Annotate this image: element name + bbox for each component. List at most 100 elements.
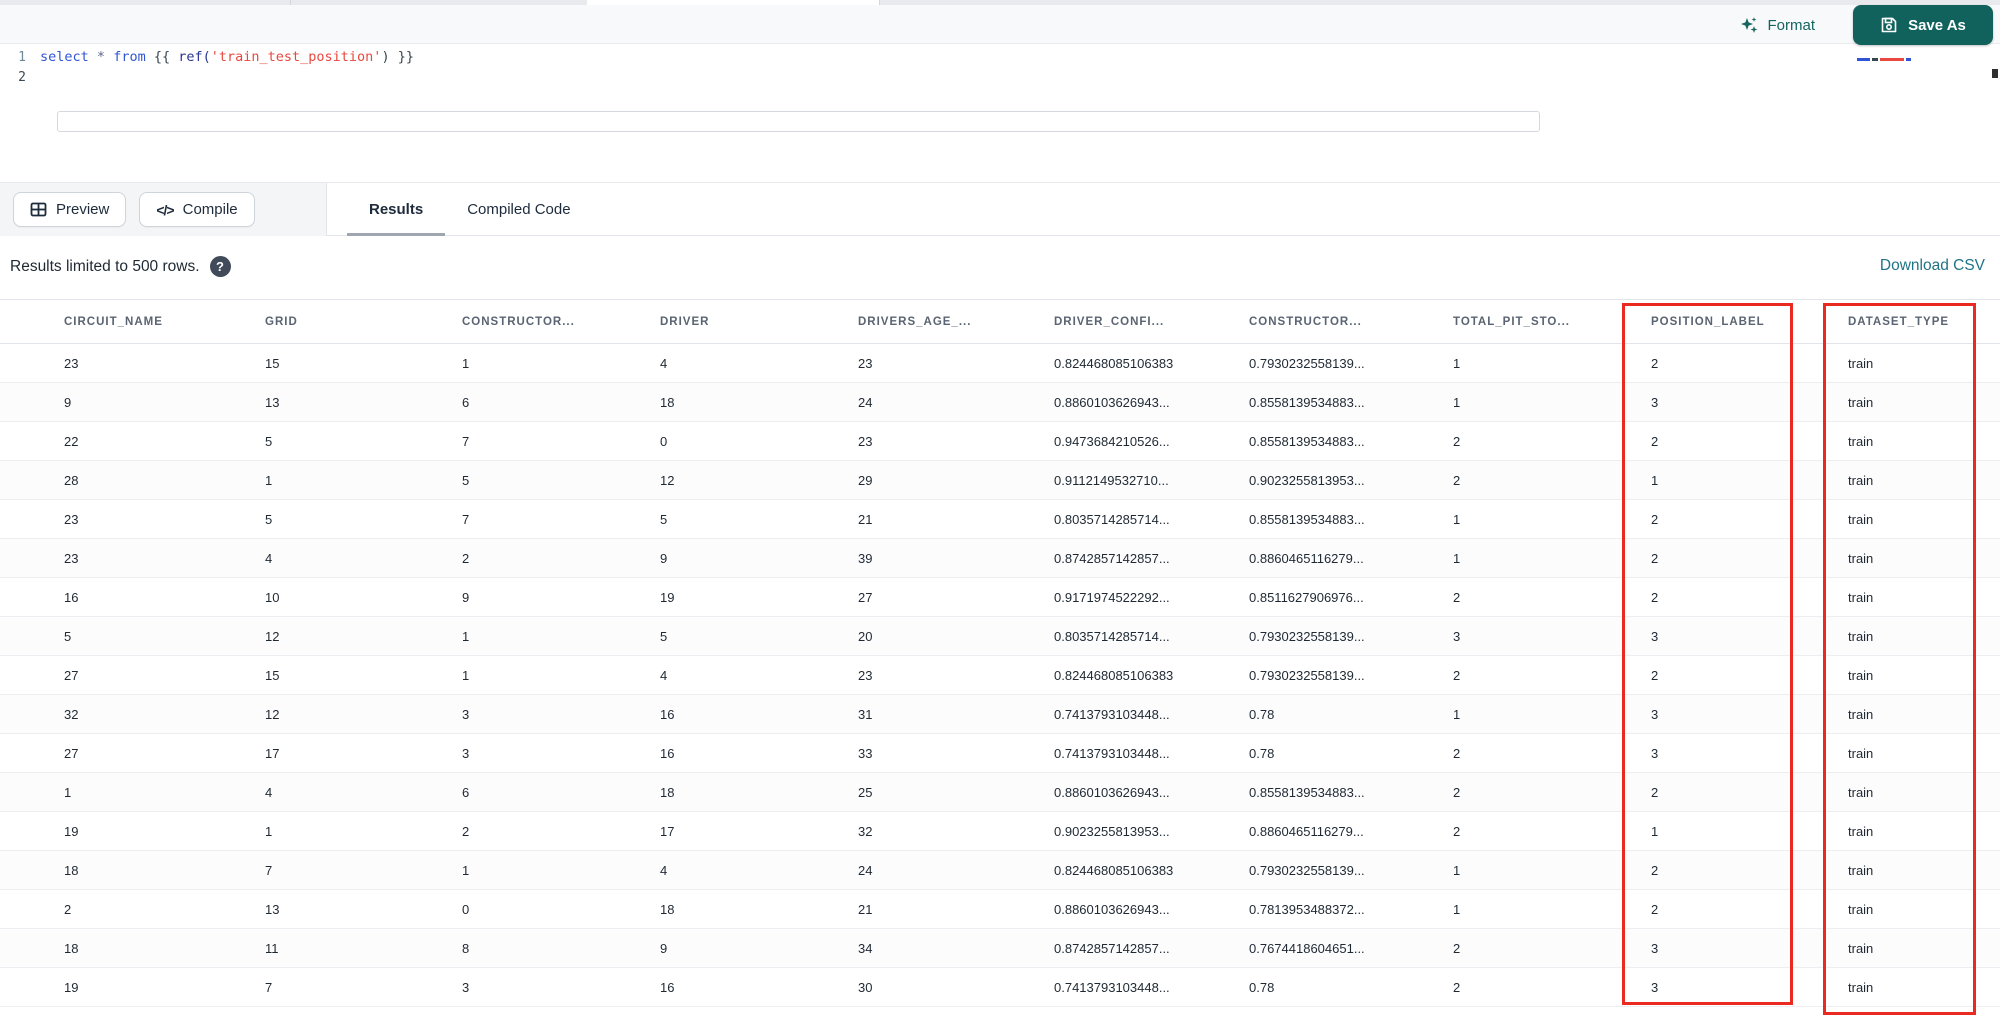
- table-cell: 1: [1453, 706, 1461, 722]
- table-cell: train: [1848, 745, 1874, 761]
- table-cell: 7: [265, 862, 273, 878]
- column-header: CONSTRUCTOR...: [1249, 315, 1362, 328]
- results-meta-row: Results limited to 500 rows. ? Download …: [0, 237, 2000, 295]
- table-cell: 1: [462, 667, 470, 683]
- table-cell: train: [1848, 511, 1874, 527]
- line-number-1: 1: [18, 49, 26, 65]
- table-cell: train: [1848, 355, 1874, 371]
- table-cell: 0.7930232558139...: [1249, 862, 1365, 878]
- table-cell: 16: [660, 706, 675, 722]
- tab-compiled-code[interactable]: Compiled Code: [445, 183, 592, 236]
- table-cell: 1: [64, 784, 72, 800]
- table-cell: 5: [64, 628, 72, 644]
- table-cell: 1: [1453, 355, 1461, 371]
- table-cell: 18: [64, 940, 79, 956]
- table-header-row: CIRCUIT_NAME GRID CONSTRUCTOR... DRIVER DRIV…: [0, 300, 2000, 344]
- tab-results[interactable]: Results: [347, 183, 446, 236]
- table-row: 27 15 1 4 23 0.824468085106383 0.7930232558139…: [0, 656, 2000, 695]
- table-cell: 16: [64, 589, 79, 605]
- table-cell: 23: [858, 667, 873, 683]
- table-cell: 0.8558139534883...: [1249, 511, 1365, 527]
- table-cell: 30: [858, 979, 873, 995]
- table-cell: 1: [1453, 394, 1461, 410]
- download-csv-link[interactable]: Download CSV: [1880, 257, 1985, 275]
- table-cell: 28: [64, 472, 79, 488]
- preview-button[interactable]: Preview: [13, 192, 127, 227]
- column-header: DATASET_TYPE: [1848, 315, 1950, 328]
- table-cell: 27: [64, 745, 79, 761]
- table-cell: 0.9023255813953...: [1249, 472, 1365, 488]
- table-cell: 23: [64, 511, 79, 527]
- table-cell: train: [1848, 628, 1874, 644]
- column-header: DRIVER: [660, 315, 710, 328]
- column-header: DRIVER_CONFI...: [1054, 315, 1165, 328]
- column-header: GRID: [265, 315, 298, 328]
- table-cell: 12: [265, 628, 280, 644]
- compile-button[interactable]: </> Compile: [139, 192, 255, 227]
- table-cell: 29: [858, 472, 873, 488]
- minimap-segment: [1872, 58, 1878, 61]
- help-icon[interactable]: ?: [209, 256, 231, 277]
- table-cell: 1: [1453, 901, 1461, 917]
- table-cell: 2: [1651, 433, 1659, 449]
- table-cell: 6: [462, 784, 470, 800]
- save-as-button[interactable]: Save As: [1853, 5, 1993, 45]
- table-cell: 0.8511627906976...: [1249, 589, 1364, 605]
- table-cell: 0.8860103626943...: [1054, 394, 1170, 410]
- compile-label: Compile: [182, 201, 238, 218]
- code-token: select: [40, 49, 89, 65]
- table-cell: train: [1848, 979, 1874, 995]
- scrollbar-nub[interactable]: [1992, 69, 1998, 78]
- table-cell: 4: [660, 355, 668, 371]
- table-cell: 2: [1651, 589, 1659, 605]
- table-row: 18 7 1 4 24 0.824468085106383 0.7930232558139.…: [0, 851, 2000, 890]
- table-cell: 21: [858, 901, 873, 917]
- table-row: 2 13 0 18 21 0.8860103626943... 0.781395348837…: [0, 890, 2000, 929]
- table-cell: 18: [660, 901, 675, 917]
- table-cell: 1: [1453, 862, 1461, 878]
- table-cell: 2: [1453, 472, 1461, 488]
- table-body: 23 15 1 4 23 0.824468085106383 0.7930232558139…: [0, 344, 2000, 1007]
- table-cell: 0.7930232558139...: [1249, 355, 1365, 371]
- table-cell: 0.8742857142857...: [1054, 550, 1170, 566]
- minimap-segment: [1880, 58, 1904, 61]
- format-button[interactable]: Format: [1740, 12, 1815, 38]
- table-cell: 0: [462, 901, 470, 917]
- code-token: ) }}: [381, 49, 414, 65]
- table-cell: 5: [462, 472, 470, 488]
- table-cell: 0.78: [1249, 979, 1275, 995]
- table-cell: 3: [1651, 745, 1659, 761]
- table-cell: 3: [1651, 628, 1659, 644]
- table-cell: 1: [1651, 823, 1659, 839]
- table-cell: 2: [1453, 784, 1461, 800]
- table-cell: 0.7930232558139...: [1249, 667, 1365, 683]
- table-cell: 5: [660, 511, 668, 527]
- table-cell: 13: [265, 394, 280, 410]
- table-cell: train: [1848, 706, 1874, 722]
- table-cell: 1: [1453, 550, 1461, 566]
- code-minimap[interactable]: [1857, 57, 1915, 62]
- code-token: 'train_test_position': [210, 49, 382, 65]
- table-cell: 7: [462, 433, 470, 449]
- sql-editor[interactable]: 1 select * from {{ ref('train_test_posit…: [0, 45, 2000, 182]
- table-cell: 2: [1651, 862, 1659, 878]
- table-cell: 39: [858, 550, 873, 566]
- table-row: 19 1 2 17 32 0.9023255813953... 0.886046511627…: [0, 812, 2000, 851]
- code-token: from: [113, 49, 146, 65]
- active-line-highlight: [57, 111, 1540, 132]
- table-cell: 15: [265, 355, 280, 371]
- table-cell: train: [1848, 550, 1874, 566]
- table-cell: 9: [64, 394, 72, 410]
- table-cell: 7: [265, 979, 273, 995]
- column-header: POSITION_LABEL: [1651, 315, 1765, 328]
- row-limit-label: Results limited to 500 rows.: [10, 257, 200, 275]
- code-line-1[interactable]: select * from {{ ref('train_test_positio…: [40, 49, 414, 65]
- table-cell: 2: [1453, 745, 1461, 761]
- table-cell: 3: [1453, 628, 1461, 644]
- table-cell: 3: [462, 979, 470, 995]
- editor-toolbar: Format Save As: [0, 5, 2000, 45]
- table-cell: 12: [660, 472, 675, 488]
- table-row: 19 7 3 16 30 0.7413793103448... 0.78 2 3 train: [0, 968, 2000, 1007]
- table-cell: 3: [1651, 979, 1659, 995]
- table-cell: 17: [660, 823, 675, 839]
